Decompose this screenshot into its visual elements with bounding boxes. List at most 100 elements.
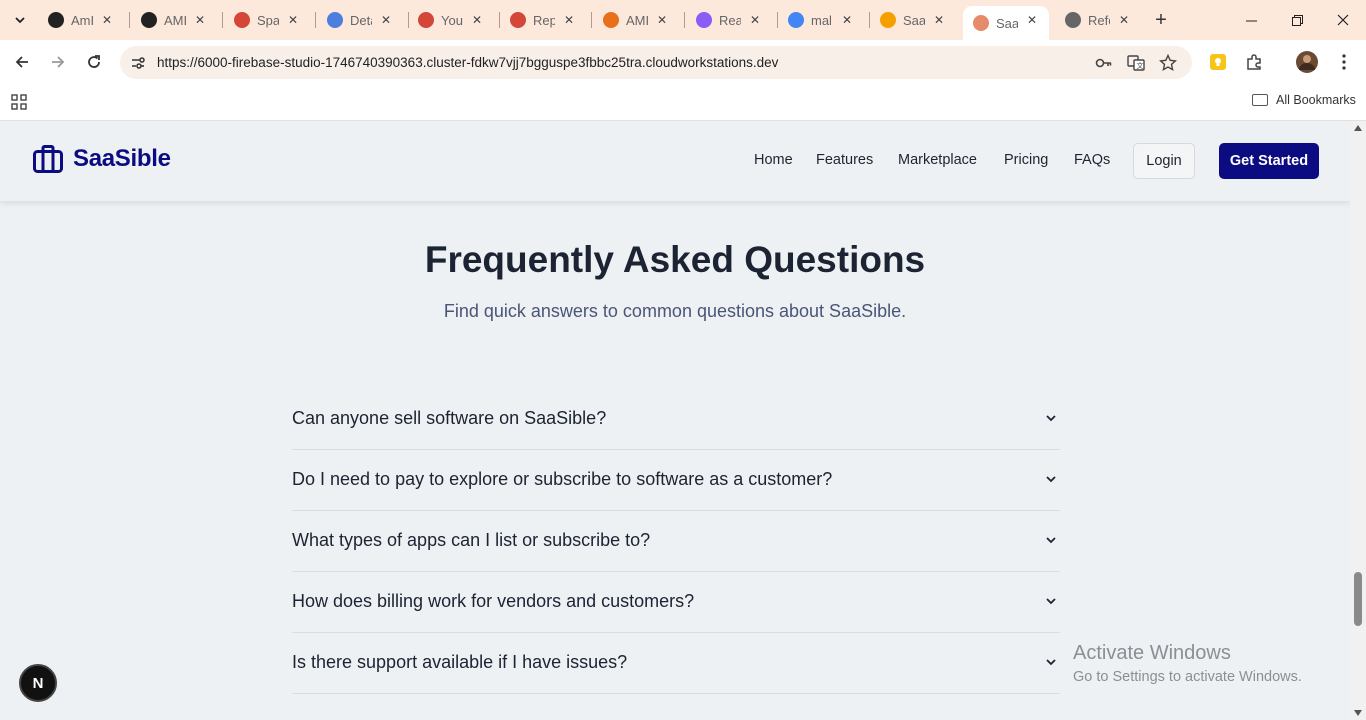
browser-tab[interactable]: AMI ✕	[131, 6, 217, 34]
browser-tab[interactable]: Rep ✕	[500, 6, 586, 34]
browser-tab[interactable]: Saa ✕	[870, 6, 956, 34]
nav-features[interactable]: Features	[816, 152, 873, 168]
tab-close-icon[interactable]: ✕	[560, 11, 578, 29]
faq-item[interactable]: Can anyone sell software on SaaSible?	[292, 389, 1060, 450]
password-key-icon[interactable]	[1094, 53, 1114, 73]
reload-button[interactable]	[81, 49, 107, 75]
scroll-down-arrow-icon[interactable]	[1354, 710, 1362, 716]
chevron-down-icon[interactable]	[1044, 594, 1058, 608]
browser-tab[interactable]: AMI ✕	[593, 6, 679, 34]
get-started-button[interactable]: Get Started	[1219, 143, 1319, 179]
tab-title: You	[441, 12, 463, 28]
faq-item[interactable]: What types of apps can I list or subscri…	[292, 511, 1060, 572]
faq-question[interactable]: Is there support available if I have iss…	[292, 652, 627, 673]
gmail-icon	[510, 12, 526, 28]
restore-icon	[1291, 14, 1303, 26]
browser-tab[interactable]: mal ✕	[778, 6, 864, 34]
scrollbar-thumb[interactable]	[1354, 572, 1362, 626]
restore-button[interactable]	[1274, 0, 1320, 40]
browser-tab[interactable]: AmI ✕	[38, 6, 124, 34]
site-info-icon[interactable]	[128, 53, 148, 73]
faq-question[interactable]: How does billing work for vendors and cu…	[292, 591, 694, 612]
tab-title: mal	[811, 12, 832, 28]
tab-close-icon[interactable]: ✕	[98, 11, 116, 29]
faq-title: Frequently Asked Questions	[424, 239, 926, 280]
arrow-right-icon	[52, 56, 65, 68]
tab-close-icon[interactable]: ✕	[653, 11, 671, 29]
chevron-down-icon[interactable]	[1044, 655, 1058, 669]
faq-subtitle: Find quick answers to common questions a…	[443, 301, 907, 321]
chevron-down-icon[interactable]	[1044, 472, 1058, 486]
tab-close-icon[interactable]: ✕	[377, 11, 395, 29]
tab-close-icon[interactable]: ✕	[1115, 11, 1133, 29]
activate-windows-watermark: Activate Windows Go to Settings to activ…	[1073, 642, 1302, 685]
back-button[interactable]	[9, 49, 35, 75]
url-text[interactable]: https://6000-firebase-studio-17467403903…	[157, 55, 778, 70]
faq-question[interactable]: Can anyone sell software on SaaSible?	[292, 408, 606, 429]
extensions-puzzle-icon[interactable]	[1243, 51, 1265, 73]
tab-title: AMI	[626, 12, 648, 28]
chevron-down-icon[interactable]	[1044, 533, 1058, 547]
chevron-down-icon	[15, 17, 25, 24]
tab-title: Rep	[533, 12, 555, 28]
orange-app-icon	[603, 12, 619, 28]
forward-button[interactable]	[45, 49, 71, 75]
faq-item[interactable]: Is there support available if I have iss…	[292, 633, 1060, 694]
browser-tab[interactable]: Saa ✕	[963, 6, 1049, 40]
tab-title: Spa	[257, 12, 279, 28]
tab-close-icon[interactable]: ✕	[746, 11, 764, 29]
nav-marketplace[interactable]: Marketplace	[898, 152, 977, 168]
chevron-down-icon[interactable]	[1044, 411, 1058, 425]
extension-keep-icon[interactable]	[1207, 51, 1229, 73]
globe-icon	[1065, 12, 1081, 28]
faq-item[interactable]: How does billing work for vendors and cu…	[292, 572, 1060, 633]
tab-close-icon[interactable]: ✕	[191, 11, 209, 29]
tab-close-icon[interactable]: ✕	[838, 11, 856, 29]
browser-toolbar: https://6000-firebase-studio-17467403903…	[0, 40, 1366, 84]
browser-tab[interactable]: Refe ✕	[1055, 6, 1141, 34]
profile-avatar[interactable]	[1296, 51, 1318, 73]
brand-logo[interactable]: SaaSible	[33, 145, 171, 173]
minimize-button[interactable]	[1228, 0, 1274, 40]
tab-separator	[591, 12, 592, 28]
translate-icon[interactable]: 文	[1126, 53, 1146, 73]
apps-grid-icon[interactable]	[11, 94, 27, 110]
bookmarks-bar: All Bookmarks	[0, 84, 1366, 121]
tab-close-icon[interactable]: ✕	[1023, 11, 1041, 29]
tab-title: Deta	[350, 12, 372, 28]
tab-close-icon[interactable]: ✕	[468, 11, 486, 29]
faq-question[interactable]: Do I need to pay to explore or subscribe…	[292, 469, 832, 490]
tab-search-button[interactable]	[8, 8, 32, 32]
browser-tab[interactable]: Deta ✕	[317, 6, 403, 34]
browser-tab[interactable]: Rea ✕	[686, 6, 772, 34]
openai-icon	[48, 12, 64, 28]
new-tab-button[interactable]: +	[1150, 9, 1172, 31]
site-header: SaaSible Home Features Marketplace Prici…	[0, 121, 1350, 201]
browser-tab[interactable]: You ✕	[408, 6, 494, 34]
gmail-icon	[418, 12, 434, 28]
tab-close-icon[interactable]: ✕	[930, 11, 948, 29]
address-bar[interactable]: https://6000-firebase-studio-17467403903…	[120, 46, 1192, 79]
scroll-up-arrow-icon[interactable]	[1354, 125, 1362, 131]
close-window-button[interactable]	[1320, 0, 1366, 40]
faq-question[interactable]: What types of apps can I list or subscri…	[292, 530, 650, 551]
page-scrollbar[interactable]	[1350, 121, 1366, 720]
firebase-studio-icon	[973, 15, 989, 31]
gmail-icon	[234, 12, 250, 28]
bookmark-star-icon[interactable]	[1158, 53, 1178, 73]
login-button[interactable]: Login	[1133, 143, 1195, 179]
nav-home[interactable]: Home	[754, 152, 793, 168]
nav-faqs[interactable]: FAQs	[1074, 152, 1110, 168]
all-bookmarks-button[interactable]: All Bookmarks	[1252, 93, 1356, 107]
browser-menu-icon[interactable]	[1333, 51, 1355, 73]
nav-pricing[interactable]: Pricing	[1004, 152, 1048, 168]
minimize-icon	[1245, 20, 1257, 21]
browser-tab[interactable]: Spa ✕	[224, 6, 310, 34]
tab-close-icon[interactable]: ✕	[284, 11, 302, 29]
activate-windows-title: Activate Windows	[1073, 642, 1231, 664]
tab-separator	[684, 12, 685, 28]
nextjs-dev-badge[interactable]: N	[19, 664, 57, 702]
close-icon	[1337, 14, 1349, 26]
svg-text:文: 文	[1137, 61, 1144, 70]
faq-item[interactable]: Do I need to pay to explore or subscribe…	[292, 450, 1060, 511]
